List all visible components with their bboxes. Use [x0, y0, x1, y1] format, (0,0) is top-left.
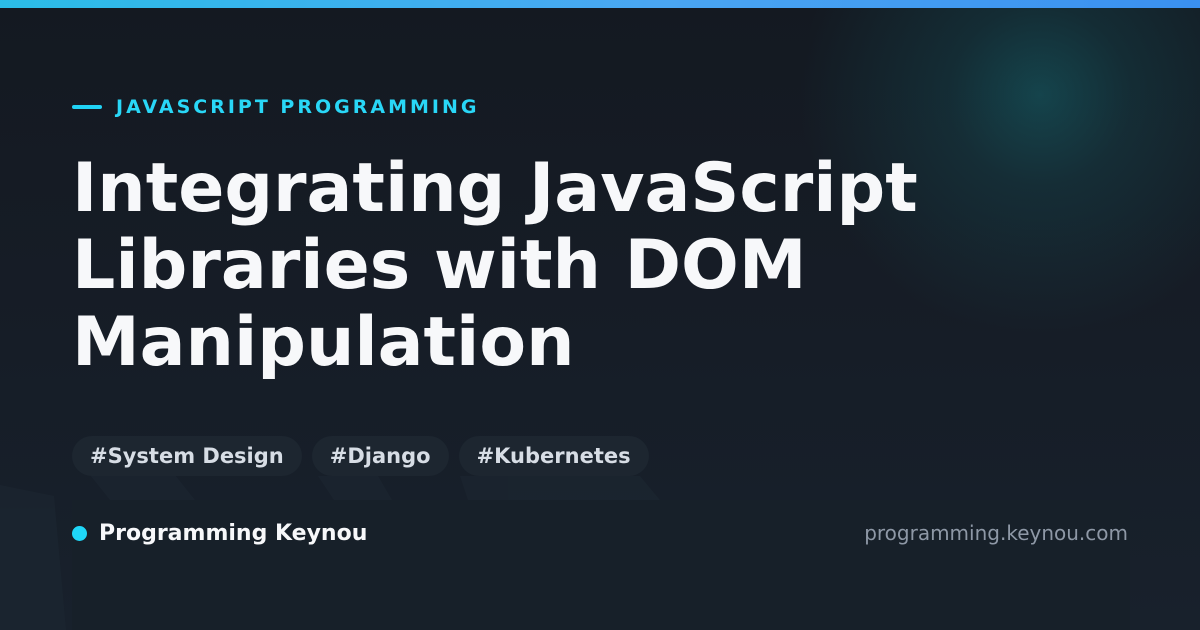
brand[interactable]: Programming Keynou [72, 521, 367, 546]
category-text: JAVASCRIPT PROGRAMMING [116, 96, 480, 118]
share-card: JAVASCRIPT PROGRAMMING Integrating JavaS… [0, 0, 1200, 630]
title-line: Manipulation [72, 303, 575, 382]
tag-django[interactable]: #Django [311, 436, 449, 476]
title-line: Libraries with DOM [72, 226, 807, 305]
tag-list: #System Design #Django #Kubernetes [72, 436, 649, 476]
brand-name: Programming Keynou [99, 520, 368, 546]
accent-line-icon [72, 105, 102, 109]
status-dot-icon [72, 525, 87, 541]
page-title: Integrating JavaScript Libraries with DO… [72, 150, 972, 381]
footer-row: Programming Keynou programming.keynou.co… [72, 516, 1128, 550]
title-line: Integrating JavaScript [72, 149, 918, 228]
tag-system-design[interactable]: #System Design [72, 436, 302, 476]
tag-kubernetes[interactable]: #Kubernetes [458, 436, 649, 476]
site-url-link[interactable]: programming.keynou.com [864, 521, 1128, 545]
category-label: JAVASCRIPT PROGRAMMING [72, 93, 479, 121]
